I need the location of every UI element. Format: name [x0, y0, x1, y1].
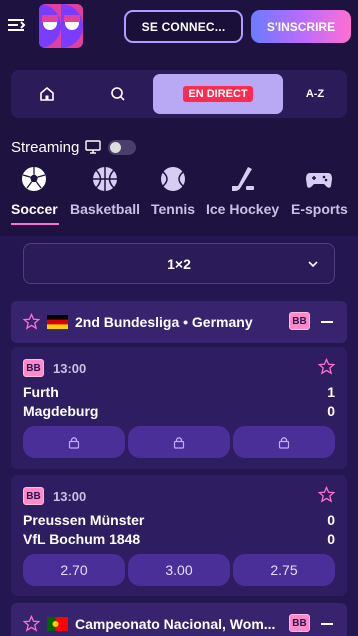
sport-label: Ice Hockey [206, 201, 280, 217]
star-icon[interactable] [318, 358, 335, 375]
bet-builder-badge: BB [23, 359, 44, 377]
match-time: 13:00 [53, 361, 87, 376]
sport-label: Basketball [70, 201, 141, 217]
nav-home[interactable] [11, 70, 82, 118]
germany-flag-icon [47, 315, 68, 329]
live-badge: EN DIRECT [183, 86, 253, 102]
lock-icon [173, 436, 185, 449]
nav-search[interactable] [82, 70, 153, 118]
basketball-icon [93, 167, 118, 191]
logo[interactable] [39, 4, 83, 48]
odd-button-locked[interactable] [233, 426, 335, 458]
home-score: 0 [327, 512, 335, 528]
star-icon[interactable] [23, 615, 40, 632]
odd-button-locked[interactable] [128, 426, 230, 458]
home-team: Furth [23, 384, 59, 400]
gamepad-icon [306, 173, 333, 188]
nav-live[interactable]: EN DIRECT [153, 74, 283, 114]
sport-tab-basketball[interactable]: Basketball [70, 165, 140, 217]
odd-button-draw[interactable]: 3.00 [128, 554, 230, 586]
league-header[interactable]: 2nd Bundesliga • Germany BB [11, 301, 347, 343]
away-score: 0 [327, 531, 335, 547]
lock-icon [278, 436, 290, 449]
search-icon [110, 87, 125, 101]
odds-row [23, 426, 335, 458]
star-icon[interactable] [318, 486, 335, 503]
bet-builder-badge: BB [289, 312, 310, 330]
market-selector-value: 1×2 [167, 255, 191, 272]
odd-button-home[interactable]: 2.70 [23, 554, 125, 586]
odd-button-away[interactable]: 2.75 [233, 554, 335, 586]
match-time: 13:00 [53, 489, 87, 504]
sport-tab-soccer[interactable]: Soccer [11, 165, 58, 217]
portugal-flag-icon [47, 617, 68, 631]
home-icon [39, 87, 54, 101]
star-icon[interactable] [23, 313, 40, 330]
streaming-toggle[interactable] [108, 139, 137, 155]
bet-builder-badge: BB [289, 614, 310, 632]
streaming-label: Streaming [11, 138, 80, 156]
odds-row: 2.70 3.00 2.75 [23, 554, 335, 586]
hockey-stick-icon [231, 167, 254, 191]
match-card[interactable]: BB 13:00 Furth 1 Magdeburg 0 [11, 347, 347, 469]
sport-label: Soccer [11, 201, 58, 217]
away-score: 0 [327, 403, 335, 419]
bet-builder-badge: BB [23, 487, 44, 505]
signup-button[interactable]: S'INSCRIRE [251, 10, 351, 43]
tennis-ball-icon [161, 167, 186, 191]
market-selector[interactable]: 1×2 [23, 243, 335, 284]
league-name: Campeonato Nacional, Wom... [75, 616, 276, 632]
main-nav: EN DIRECT A-Z [11, 70, 347, 118]
home-score: 1 [327, 384, 335, 400]
login-button[interactable]: SE CONNEC... [124, 10, 243, 43]
soccer-ball-icon [22, 167, 47, 191]
match-card[interactable]: BB 13:00 Preussen Münster 0 VfL Bochum 1… [11, 475, 347, 596]
tv-icon [85, 140, 102, 154]
away-team: VfL Bochum 1848 [23, 531, 141, 547]
chevron-down-icon [308, 261, 318, 268]
streaming-filter: Streaming [11, 137, 137, 157]
league-header[interactable]: Campeonato Nacional, Wom... BB [11, 603, 347, 636]
header: SE CONNEC... S'INSCRIRE [0, 0, 358, 56]
lock-icon [68, 436, 80, 449]
sports-tabs: Soccer Basketball Tennis Ice Hockey E-sp… [0, 165, 358, 227]
sport-label: Tennis [151, 201, 196, 217]
sport-tab-ice-hockey[interactable]: Ice Hockey [206, 165, 279, 217]
sport-tab-tennis[interactable]: Tennis [151, 165, 195, 217]
league-name: 2nd Bundesliga • Germany [75, 314, 253, 330]
collapse-icon[interactable] [321, 623, 333, 625]
collapse-icon[interactable] [321, 321, 333, 323]
sport-tab-esports[interactable]: E-sports [291, 165, 348, 217]
sport-label: E-sports [291, 201, 348, 217]
menu-icon[interactable] [6, 14, 28, 36]
away-team: Magdeburg [23, 403, 99, 419]
nav-az[interactable]: A-Z [283, 70, 347, 118]
home-team: Preussen Münster [23, 512, 145, 528]
odd-button-locked[interactable] [23, 426, 125, 458]
active-tab-indicator [11, 223, 59, 225]
